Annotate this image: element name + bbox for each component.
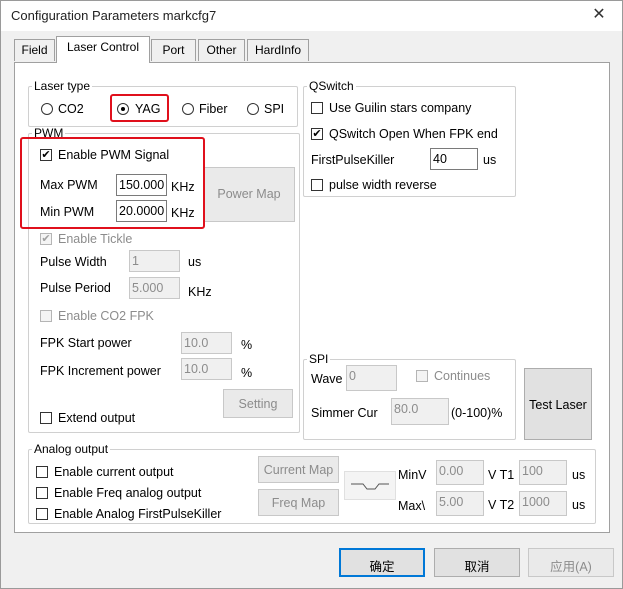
radio-spi-label: SPI	[264, 102, 285, 116]
ok-button[interactable]: 确定	[339, 548, 425, 577]
guilin-label: Use Guilin stars company	[329, 101, 472, 115]
enable-freq-label: Enable Freq analog output	[54, 486, 202, 500]
enable-current-label: Enable current output	[54, 465, 174, 479]
power-map-button[interactable]: Power Map	[203, 167, 295, 222]
pulse-width-label: Pulse Width	[40, 255, 107, 269]
setting-button[interactable]: Setting	[223, 389, 293, 418]
first-pulse-killer-unit: us	[483, 153, 497, 167]
freq-map-button[interactable]: Freq Map	[258, 489, 339, 516]
max-pwm-input[interactable]: 150.000	[116, 174, 167, 196]
min-pwm-unit: KHz	[171, 206, 195, 220]
waveform-icon	[344, 471, 396, 500]
t1-label: V T1	[488, 468, 515, 482]
laser-type-legend: Laser type	[34, 79, 91, 93]
simmer-cur-input[interactable]: 80.0	[391, 398, 449, 425]
pulse-width-unit: us	[188, 255, 202, 269]
fpk-start-input[interactable]: 10.0	[181, 332, 232, 354]
pulse-width-reverse-label: pulse width reverse	[329, 178, 437, 192]
tab-hardinfo[interactable]: HardInfo	[247, 39, 309, 61]
t2-label: V T2	[488, 498, 515, 512]
radio-yag[interactable]	[117, 103, 129, 115]
current-map-button[interactable]: Current Map	[258, 456, 339, 483]
radio-spi[interactable]	[247, 103, 259, 115]
max-pwm-unit: KHz	[171, 180, 195, 194]
enable-pwm-checkbox[interactable]: ✔	[40, 149, 52, 161]
min-pwm-label: Min PWM	[40, 205, 95, 219]
first-pulse-killer-input[interactable]: 40	[430, 148, 478, 170]
window-title: Configuration Parameters markcfg7	[11, 8, 217, 23]
enable-analog-fpk-label: Enable Analog FirstPulseKiller	[54, 507, 222, 521]
pulse-width-input[interactable]: 1	[129, 250, 180, 272]
t2-unit: us	[572, 498, 586, 512]
wave-label: Wave	[311, 372, 343, 386]
qswitch-legend: QSwitch	[309, 79, 354, 93]
cancel-button[interactable]: 取消	[434, 548, 520, 577]
minv-input[interactable]: 0.00	[436, 460, 484, 485]
pulse-width-reverse-checkbox[interactable]	[311, 179, 323, 191]
radio-co2-label: CO2	[58, 102, 84, 116]
pulse-period-unit: KHz	[188, 285, 212, 299]
tab-laser-control[interactable]: Laser Control	[56, 36, 150, 63]
analog-output-legend: Analog output	[34, 442, 109, 456]
radio-yag-label: YAG	[135, 102, 161, 116]
fpk-start-unit: %	[241, 338, 253, 352]
fpk-increment-label: FPK Increment power	[40, 364, 161, 378]
title-bar: Configuration Parameters markcfg7 ✕	[1, 1, 622, 31]
enable-pwm-label: Enable PWM Signal	[58, 148, 170, 162]
t1-unit: us	[572, 468, 586, 482]
radio-fiber[interactable]	[182, 103, 194, 115]
close-icon[interactable]: ✕	[586, 4, 612, 28]
spi-legend: SPI	[309, 352, 329, 366]
min-pwm-input[interactable]: 20.0000	[116, 200, 167, 222]
wave-input[interactable]: 0	[346, 365, 397, 391]
maxv-label: Max\	[398, 499, 426, 513]
continues-checkbox[interactable]	[416, 370, 428, 382]
enable-tickle-label: Enable Tickle	[58, 232, 133, 246]
t2-input[interactable]: 1000	[519, 491, 567, 516]
simmer-range: (0-100)%	[451, 406, 503, 420]
qswitch-open-label: QSwitch Open When FPK end	[329, 127, 498, 141]
enable-freq-checkbox[interactable]	[36, 487, 48, 499]
enable-co2-fpk-checkbox[interactable]	[40, 310, 52, 322]
guilin-checkbox[interactable]	[311, 102, 323, 114]
enable-tickle-checkbox[interactable]: ✔	[40, 233, 52, 245]
test-laser-button[interactable]: Test Laser	[524, 368, 592, 440]
enable-analog-fpk-checkbox[interactable]	[36, 508, 48, 520]
extend-output-checkbox[interactable]	[40, 412, 52, 424]
pulse-period-label: Pulse Period	[40, 281, 111, 295]
radio-co2[interactable]	[41, 103, 53, 115]
pwm-legend: PWM	[34, 126, 64, 140]
simmer-cur-label: Simmer Cur	[311, 406, 378, 420]
enable-current-checkbox[interactable]	[36, 466, 48, 478]
maxv-input[interactable]: 5.00	[436, 491, 484, 516]
radio-fiber-label: Fiber	[199, 102, 228, 116]
tab-other[interactable]: Other	[198, 39, 245, 61]
tab-port[interactable]: Port	[151, 39, 196, 61]
enable-co2-fpk-label: Enable CO2 FPK	[58, 309, 154, 323]
fpk-increment-unit: %	[241, 366, 253, 380]
max-pwm-label: Max PWM	[40, 178, 98, 192]
tab-field[interactable]: Field	[14, 39, 55, 61]
fpk-increment-input[interactable]: 10.0	[181, 358, 232, 380]
pulse-period-input[interactable]: 5.000	[129, 277, 180, 299]
t1-input[interactable]: 100	[519, 460, 567, 485]
spi-group: SPI	[303, 352, 516, 440]
minv-label: MinV	[398, 468, 427, 482]
first-pulse-killer-label: FirstPulseKiller	[311, 153, 395, 167]
fpk-start-label: FPK Start power	[40, 336, 132, 350]
qswitch-open-checkbox[interactable]: ✔	[311, 128, 323, 140]
apply-button[interactable]: 应用(A)	[528, 548, 614, 577]
continues-label: Continues	[434, 369, 491, 383]
extend-output-label: Extend output	[58, 411, 136, 425]
config-window: Configuration Parameters markcfg7 ✕ Fiel…	[0, 0, 623, 589]
